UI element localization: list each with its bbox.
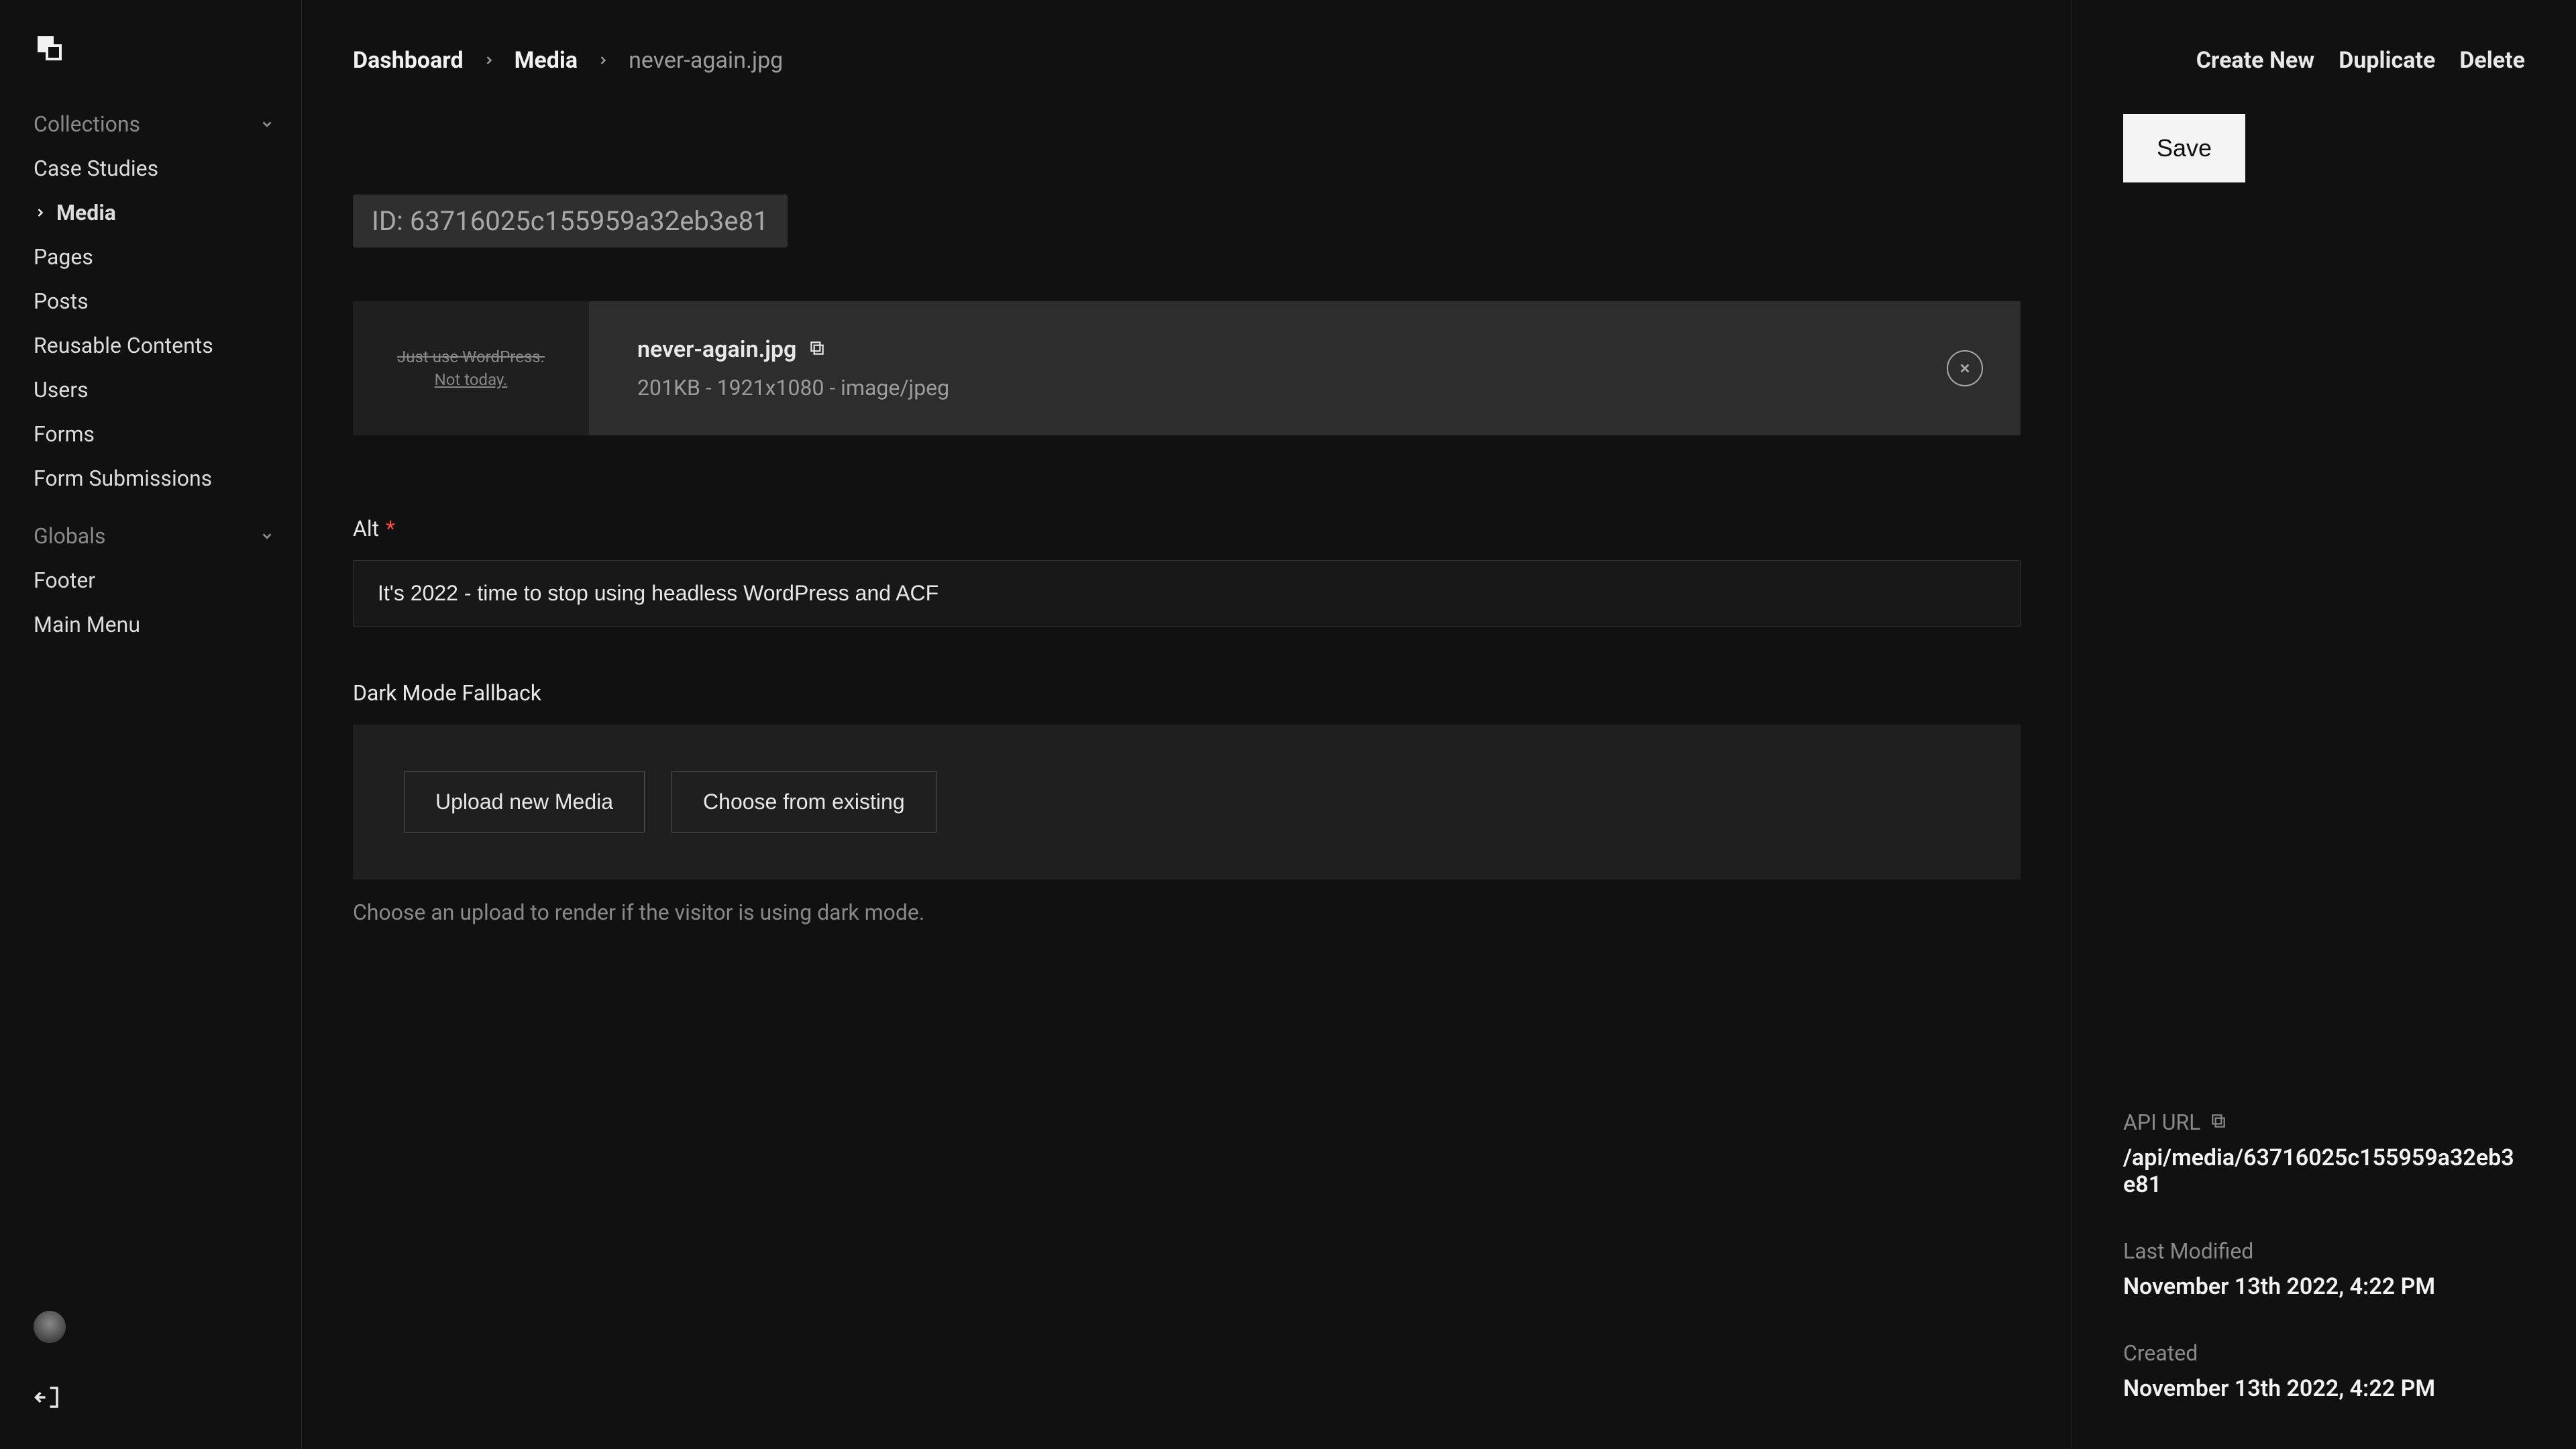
choose-from-existing-button[interactable]: Choose from existing <box>672 771 936 833</box>
sidebar-item-footer[interactable]: Footer <box>0 558 301 602</box>
created-value: November 13th 2022, 4:22 PM <box>2123 1375 2525 1402</box>
dark-mode-fallback-field: Dark Mode Fallback Upload new Media Choo… <box>353 680 2021 925</box>
copy-icon <box>808 339 826 357</box>
media-info-panel: never-again.jpg 201KB - 1921x1080 - imag… <box>589 301 2021 435</box>
created-label: Created <box>2123 1340 2198 1366</box>
nav-section-globals-label: Globals <box>34 523 106 549</box>
copy-filename-button[interactable] <box>808 336 826 363</box>
sidebar-item-form-submissions[interactable]: Form Submissions <box>0 456 301 500</box>
id-badge-label: ID: <box>372 205 403 237</box>
media-preview-row: Just use WordPress. Not today. never-aga… <box>353 301 2021 435</box>
avatar[interactable] <box>34 1311 66 1343</box>
chevron-down-icon <box>260 117 274 131</box>
sidebar-item-reusable-contents[interactable]: Reusable Contents <box>0 323 301 368</box>
last-modified-block: Last Modified November 13th 2022, 4:22 P… <box>2123 1238 2525 1300</box>
nav-section-globals[interactable]: Globals <box>0 514 301 558</box>
alt-field: Alt * <box>353 516 2021 627</box>
sidebar-item-label: Pages <box>34 244 93 270</box>
sidebar-item-label: Media <box>56 200 116 225</box>
sidebar-item-posts[interactable]: Posts <box>0 279 301 323</box>
breadcrumb-dashboard[interactable]: Dashboard <box>353 47 464 74</box>
api-url-label: API URL <box>2123 1110 2200 1135</box>
sidebar-item-label: Users <box>34 377 89 402</box>
media-filename: never-again.jpg <box>637 336 796 363</box>
required-indicator: * <box>386 516 395 541</box>
sidebar-item-users[interactable]: Users <box>0 368 301 412</box>
sidebar-item-label: Forms <box>34 421 95 447</box>
media-thumbnail[interactable]: Just use WordPress. Not today. <box>353 301 589 435</box>
nav-section-collections-label: Collections <box>34 111 140 137</box>
dark-mode-fallback-label: Dark Mode Fallback <box>353 680 541 706</box>
duplicate-button[interactable]: Duplicate <box>2339 47 2435 74</box>
sidebar-item-label: Form Submissions <box>34 466 212 491</box>
thumb-text-line1: Just use WordPress. <box>397 347 545 366</box>
sidebar: Collections Case Studies Media Pages Pos… <box>0 0 302 1449</box>
close-icon <box>1957 361 1972 376</box>
sidebar-item-label: Main Menu <box>34 612 140 637</box>
last-modified-value: November 13th 2022, 4:22 PM <box>2123 1273 2525 1300</box>
breadcrumb-media[interactable]: Media <box>515 47 578 74</box>
remove-media-button[interactable] <box>1947 350 1983 386</box>
thumb-text-line2: Not today. <box>435 370 508 389</box>
dark-mode-fallback-hint: Choose an upload to render if the visito… <box>353 900 2021 925</box>
sidebar-item-case-studies[interactable]: Case Studies <box>0 146 301 191</box>
document-actions: Create New Duplicate Delete <box>2123 47 2525 74</box>
save-button[interactable]: Save <box>2123 114 2245 182</box>
dark-mode-fallback-box: Upload new Media Choose from existing <box>353 724 2021 879</box>
created-block: Created November 13th 2022, 4:22 PM <box>2123 1340 2525 1402</box>
sidebar-item-forms[interactable]: Forms <box>0 412 301 456</box>
delete-button[interactable]: Delete <box>2459 47 2525 74</box>
chevron-down-icon <box>260 529 274 543</box>
sidebar-item-label: Case Studies <box>34 156 158 181</box>
api-url-value: /api/media/63716025c155959a32eb3e81 <box>2123 1144 2525 1198</box>
copy-api-url-button[interactable] <box>2210 1110 2227 1135</box>
sidebar-item-pages[interactable]: Pages <box>0 235 301 279</box>
chevron-right-icon <box>596 54 610 67</box>
logout-icon <box>34 1383 62 1411</box>
breadcrumb-current: never-again.jpg <box>629 47 783 74</box>
main-content: Dashboard Media never-again.jpg ID: 6371… <box>302 0 2072 1449</box>
app-logo[interactable] <box>0 32 301 102</box>
document-sidebar: Create New Duplicate Delete Save API URL… <box>2072 0 2576 1449</box>
api-url-block: API URL /api/media/63716025c155959a32eb3… <box>2123 1110 2525 1198</box>
sidebar-item-main-menu[interactable]: Main Menu <box>0 602 301 647</box>
last-modified-label: Last Modified <box>2123 1238 2253 1264</box>
id-badge-value: 63716025c155959a32eb3e81 <box>410 205 769 237</box>
sidebar-item-label: Reusable Contents <box>34 333 213 358</box>
logout-button[interactable] <box>34 1383 301 1417</box>
copy-icon <box>2210 1112 2227 1130</box>
create-new-button[interactable]: Create New <box>2196 47 2315 74</box>
nav-section-collections[interactable]: Collections <box>0 102 301 146</box>
sidebar-item-label: Footer <box>34 568 95 593</box>
upload-new-media-button[interactable]: Upload new Media <box>404 771 645 833</box>
alt-input[interactable] <box>353 560 2021 627</box>
chevron-right-icon <box>34 206 47 219</box>
alt-field-label: Alt <box>353 516 379 541</box>
chevron-right-icon <box>482 54 496 67</box>
sidebar-item-media[interactable]: Media <box>0 191 301 235</box>
id-badge: ID: 63716025c155959a32eb3e81 <box>353 195 788 248</box>
breadcrumb: Dashboard Media never-again.jpg <box>353 47 2021 74</box>
sidebar-item-label: Posts <box>34 288 89 314</box>
media-meta: 201KB - 1921x1080 - image/jpeg <box>637 375 949 400</box>
